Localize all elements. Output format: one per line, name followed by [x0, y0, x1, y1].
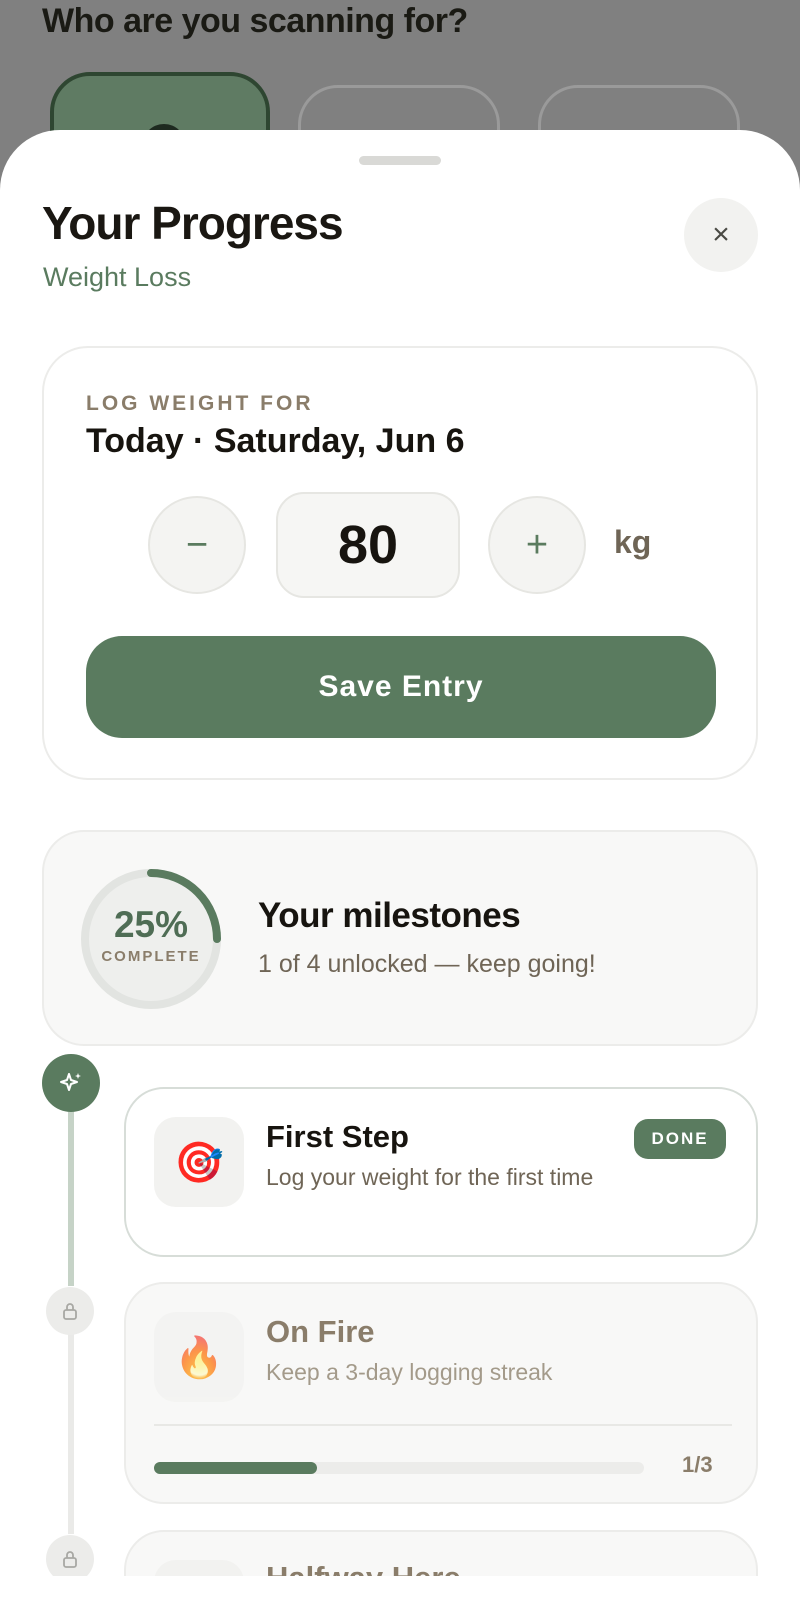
progress-sheet: Your Progress Weight Loss × LOG WEIGHT F… [0, 130, 800, 1616]
timeline-line [68, 1112, 74, 1286]
milestone-title: On Fire [266, 1314, 375, 1349]
sparkle-icon [42, 1054, 100, 1112]
progress-bar-fill [154, 1462, 318, 1474]
bottom-safe-area [0, 1576, 800, 1616]
milestone-title: First Step [266, 1119, 409, 1154]
weight-unit: kg [614, 524, 652, 560]
sheet-grabber[interactable] [359, 156, 441, 165]
background-title: Who are you scanning for? [42, 2, 468, 40]
target-icon: 🎯 [154, 1117, 244, 1207]
close-icon: × [712, 218, 730, 251]
progress-percent: 25% [113, 904, 189, 945]
weight-input[interactable]: 80 [276, 492, 460, 598]
progress-complete-label: COMPLETE [101, 948, 201, 965]
status-badge: DONE [634, 1119, 726, 1159]
divider [154, 1424, 732, 1426]
milestones-summary-card: 25% COMPLETE Your milestones 1 of 4 unlo… [42, 830, 758, 1046]
milestone-description: Log your weight for the first time [266, 1164, 594, 1190]
milestone-card-first-step[interactable]: 🎯 First Step Log your weight for the fir… [124, 1087, 758, 1257]
close-button[interactable]: × [684, 198, 758, 272]
log-date: Today · Saturday, Jun 6 [86, 422, 465, 460]
minus-icon: − [185, 523, 209, 566]
plus-icon: + [525, 523, 549, 566]
page-title: Your Progress [42, 197, 344, 249]
progress-count: 1/3 [682, 1452, 713, 1477]
goal-subtitle: Weight Loss [43, 262, 192, 292]
milestone-description: Keep a 3-day logging streak [266, 1359, 553, 1385]
milestones-subtitle: 1 of 4 unlocked — keep going! [258, 950, 596, 978]
fire-icon: 🔥 [154, 1312, 244, 1402]
milestone-card-on-fire[interactable]: 🔥 On Fire Keep a 3-day logging streak 1/… [124, 1282, 758, 1504]
increase-weight-button[interactable]: + [488, 496, 586, 594]
timeline-line [68, 1304, 74, 1534]
save-entry-button[interactable]: Save Entry [86, 636, 716, 738]
progress-bar [154, 1462, 644, 1474]
log-weight-label: LOG WEIGHT FOR [86, 392, 314, 415]
decrease-weight-button[interactable]: − [148, 496, 246, 594]
lock-icon [46, 1287, 94, 1335]
log-weight-card: LOG WEIGHT FOR Today · Saturday, Jun 6 −… [42, 346, 758, 780]
milestones-title: Your milestones [258, 896, 521, 935]
